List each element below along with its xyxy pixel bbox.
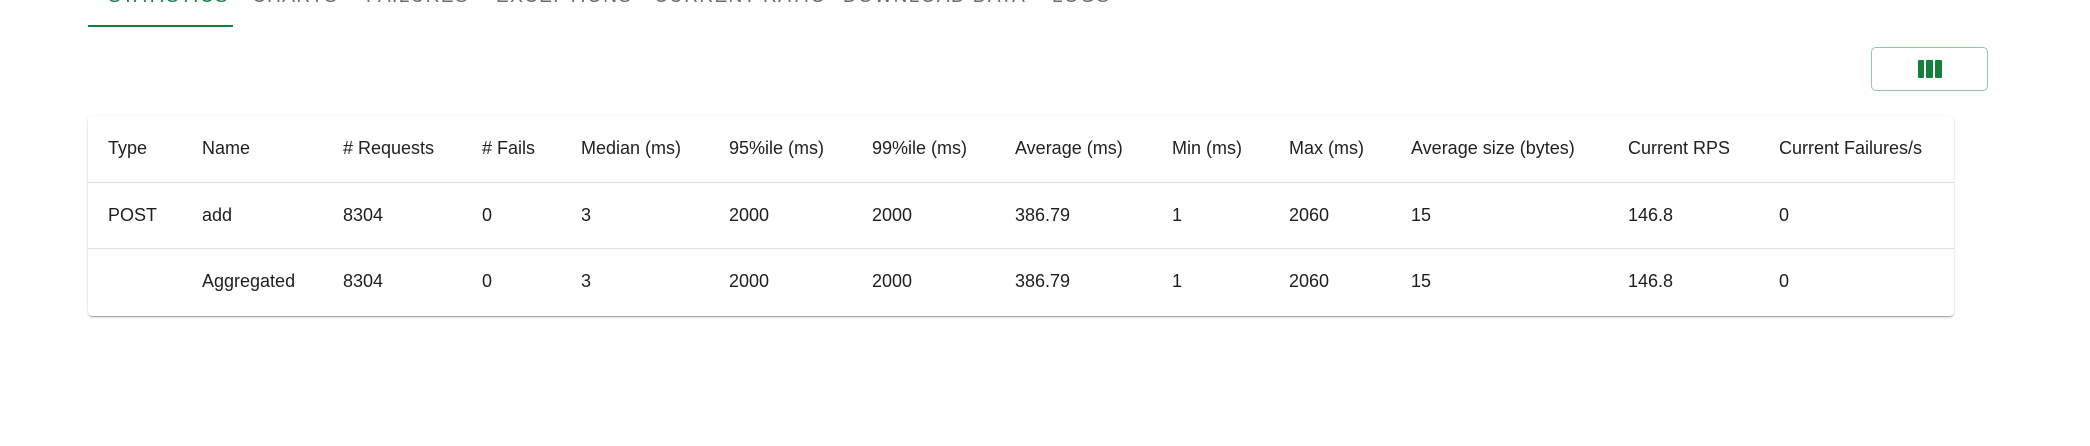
column-header-99ile[interactable]: 99%ile (ms) bbox=[852, 116, 995, 183]
column-header-average-size[interactable]: Average size (bytes) bbox=[1391, 116, 1608, 183]
cell-min: 1 bbox=[1172, 270, 1183, 291]
column-header-95ile[interactable]: 95%ile (ms) bbox=[709, 116, 852, 183]
tab-failures[interactable]: FAILURES bbox=[366, 0, 469, 8]
cell-current-failures: 0 bbox=[1779, 270, 1790, 291]
column-header-median[interactable]: Median (ms) bbox=[561, 116, 709, 183]
tab-bar: STATISTICS CHARTS FAILURES EXCEPTIONS CU… bbox=[88, 0, 1988, 28]
column-header-current-failures[interactable]: Current Failures/s bbox=[1759, 116, 1954, 183]
column-header-fails[interactable]: # Fails bbox=[462, 116, 561, 183]
cell-fails: 0 bbox=[462, 182, 561, 249]
active-tab-indicator bbox=[88, 25, 233, 27]
tab-exceptions[interactable]: EXCEPTIONS bbox=[496, 0, 632, 8]
cell-current-rps: 146.8 bbox=[1608, 182, 1759, 249]
cell-current-failures: 0 bbox=[1759, 182, 1954, 249]
cell-requests: 8304 bbox=[343, 270, 384, 291]
cell-fails: 0 bbox=[482, 270, 493, 291]
column-header-name[interactable]: Name bbox=[182, 116, 323, 183]
cell-type bbox=[88, 248, 182, 314]
table-row: POST add 8304 0 3 2000 2000 386.79 1 206… bbox=[88, 182, 1954, 249]
column-header-type[interactable]: Type bbox=[88, 116, 182, 183]
cell-median: 3 bbox=[581, 270, 592, 291]
cell-99ile: 2000 bbox=[872, 270, 913, 291]
statistics-table-card: Type Name # Requests # Fails Median (ms)… bbox=[88, 116, 1954, 316]
cell-max: 2060 bbox=[1289, 270, 1330, 291]
cell-max: 2060 bbox=[1269, 182, 1391, 249]
cell-requests: 8304 bbox=[323, 182, 462, 249]
tab-download-data[interactable]: DOWNLOAD DATA bbox=[843, 0, 1026, 8]
statistics-table: Type Name # Requests # Fails Median (ms)… bbox=[88, 116, 1954, 314]
column-header-average[interactable]: Average (ms) bbox=[995, 116, 1152, 183]
cell-95ile: 2000 bbox=[729, 270, 770, 291]
cell-type: POST bbox=[88, 182, 182, 249]
column-header-requests[interactable]: # Requests bbox=[323, 116, 462, 183]
view-column-icon bbox=[1917, 60, 1942, 78]
table-header-row: Type Name # Requests # Fails Median (ms)… bbox=[88, 116, 1954, 183]
cell-min: 1 bbox=[1152, 182, 1269, 249]
tab-charts[interactable]: CHARTS bbox=[252, 0, 338, 8]
tab-current-ratio[interactable]: CURRENT RATIO bbox=[654, 0, 827, 8]
cell-name: add bbox=[182, 182, 323, 249]
cell-name: Aggregated bbox=[202, 270, 296, 291]
cell-average: 386.79 bbox=[995, 182, 1152, 249]
cell-average-size: 15 bbox=[1411, 270, 1432, 291]
tab-statistics[interactable]: STATISTICS bbox=[108, 0, 229, 8]
table-row-aggregated: Aggregated 8304 0 3 2000 2000 386.79 1 2… bbox=[88, 248, 1954, 314]
tab-logs[interactable]: LOGS bbox=[1052, 0, 1110, 8]
cell-99ile: 2000 bbox=[852, 182, 995, 249]
cell-average: 386.79 bbox=[1015, 270, 1071, 291]
cell-current-rps: 146.8 bbox=[1628, 270, 1674, 291]
cell-average-size: 15 bbox=[1391, 182, 1608, 249]
cell-95ile: 2000 bbox=[709, 182, 852, 249]
column-header-min[interactable]: Min (ms) bbox=[1152, 116, 1269, 183]
cell-median: 3 bbox=[561, 182, 709, 249]
column-header-max[interactable]: Max (ms) bbox=[1269, 116, 1391, 183]
column-selector-button[interactable] bbox=[1871, 47, 1988, 91]
column-header-current-rps[interactable]: Current RPS bbox=[1608, 116, 1759, 183]
